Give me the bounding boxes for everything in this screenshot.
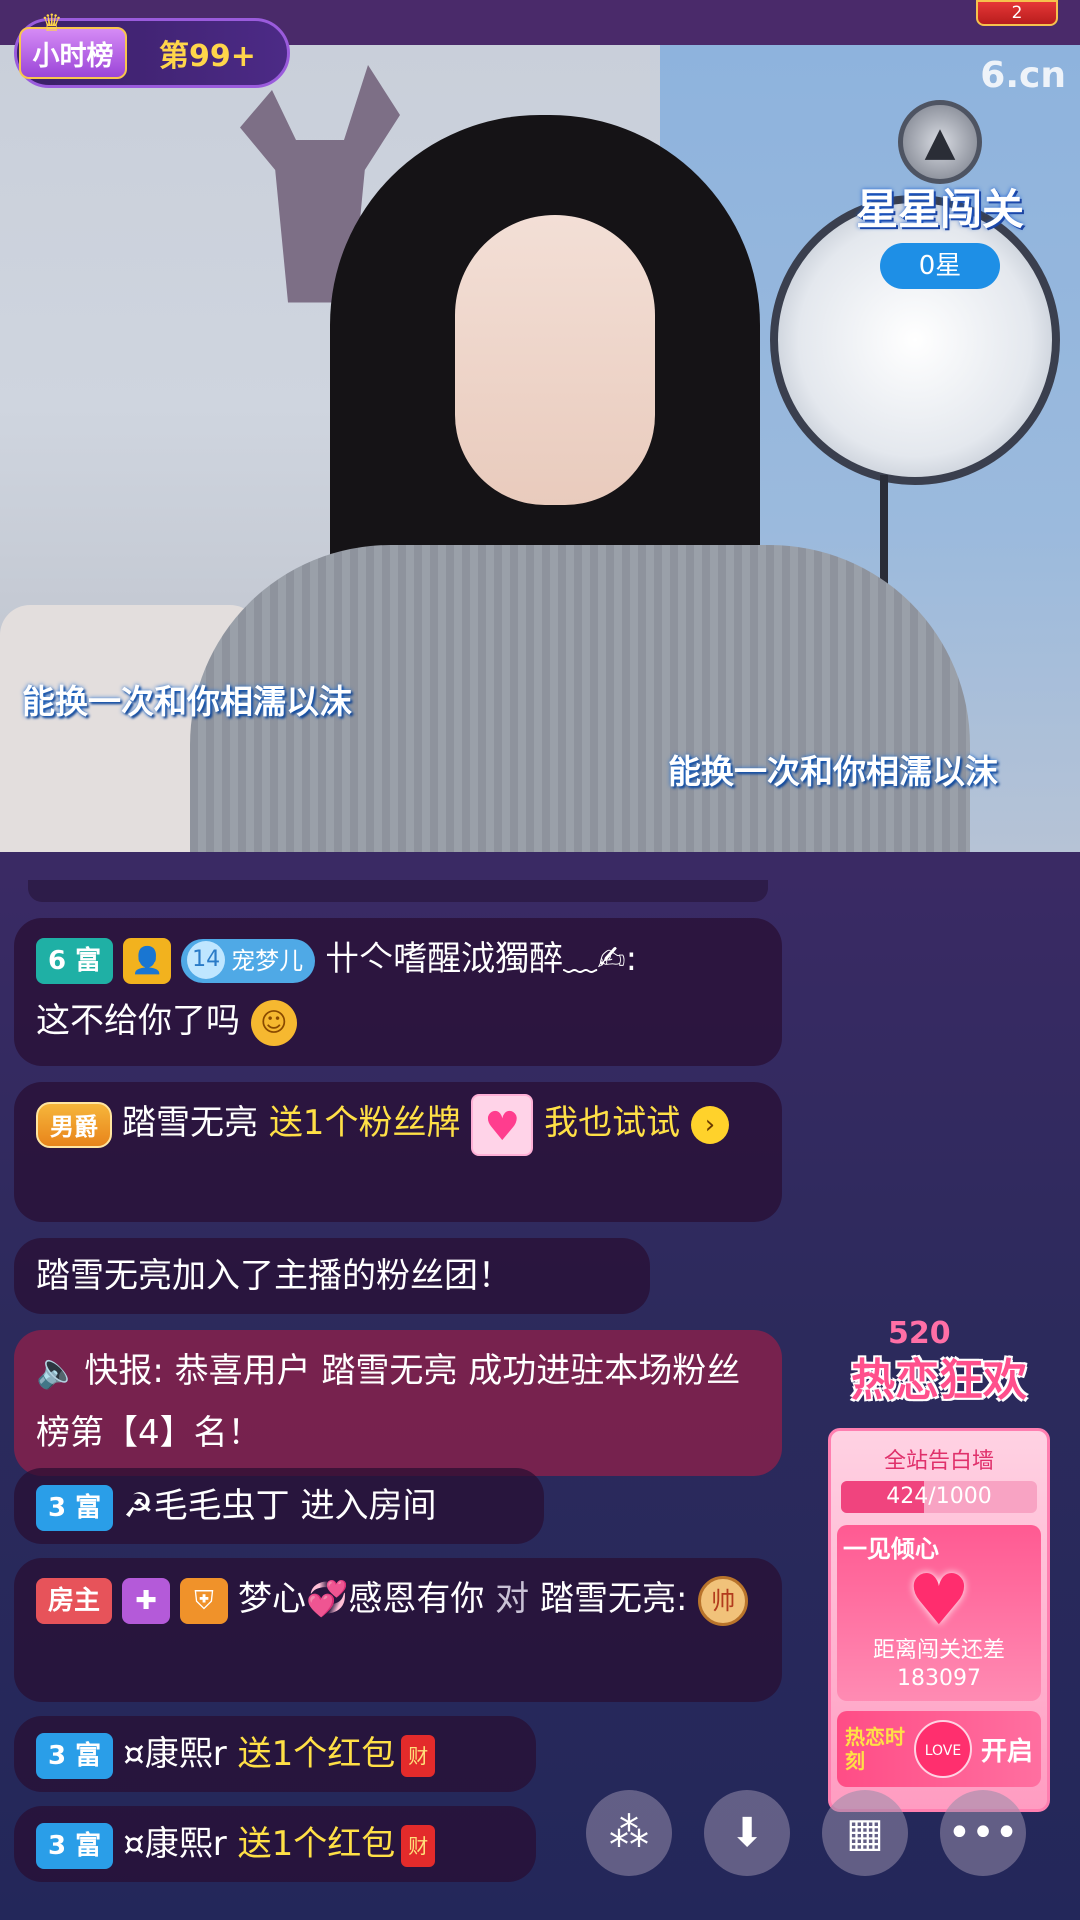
chat-message[interactable]: 房主 ✚ ⛨ 梦心💞感恩有你 对 踏雪无亮: 帅 <box>14 1558 782 1702</box>
gift-action: 送1个粉丝牌 <box>268 1103 461 1143</box>
download-button[interactable]: ⬇ <box>704 1790 790 1876</box>
shield-icon: ⛨ <box>180 1577 229 1624</box>
event-footer[interactable]: 热恋时刻 LOVE 开启 <box>837 1711 1041 1787</box>
chat-username[interactable]: ¤康熙r <box>123 1734 227 1774</box>
chat-connector: 对 <box>495 1579 530 1619</box>
heart-icon: ♥ <box>907 1559 971 1641</box>
open-button[interactable]: 开启 <box>981 1731 1033 1768</box>
more-icon: ••• <box>947 1810 1019 1856</box>
smile-emoji-icon: ☺ <box>250 999 297 1046</box>
fan-club-badge: 14 宠梦儿 <box>181 938 316 983</box>
hourly-rank-badge: ♛ 小时榜 <box>19 9 127 79</box>
try-link-text[interactable]: 我也试试 <box>544 1103 680 1143</box>
wealth-level-badge: 3 富 <box>36 1484 114 1531</box>
chat-username[interactable]: ☭毛毛虫丁 <box>123 1486 289 1526</box>
fan-badge-gift-icon: ♥ <box>471 1093 534 1156</box>
crown-icon: ♛ <box>41 9 63 37</box>
streamer-face <box>455 215 655 505</box>
hourly-rank-label: 小时榜 <box>32 40 114 72</box>
star-challenge-widget[interactable]: ▲ 星星闯关 0星 <box>840 70 1040 290</box>
love-moment-label: 热恋时刻 <box>845 1725 905 1773</box>
love-heart-badge: LOVE <box>913 1720 972 1778</box>
chat-message[interactable]: 3 富 ¤康熙r 送1个红包财 <box>14 1806 536 1882</box>
chat-text: 进入房间 <box>300 1486 437 1526</box>
corner-badge[interactable]: 2 <box>976 0 1058 26</box>
chat-username[interactable]: 梦心💞感恩有你 <box>238 1579 484 1619</box>
lyric-line-right: 能换一次和你相濡以沫 <box>668 752 998 791</box>
user-avatar-icon: 👤 <box>123 937 172 984</box>
grid-button[interactable]: ▦ <box>822 1790 908 1876</box>
love-card[interactable]: 一见倾心 ♥ 距离闯关还差 183097 <box>837 1525 1041 1701</box>
wealth-level-badge: 3 富 <box>36 1732 114 1779</box>
wealth-level-badge: 6 富 <box>36 937 114 984</box>
chat-message[interactable]: 3 富 ¤康熙r 送1个红包财 <box>14 1716 536 1792</box>
share-icon: ⁂ <box>609 1810 649 1856</box>
event-title: 热恋狂欢 <box>851 1355 1027 1406</box>
chat-flash-news: 🔈 快报: 恭喜用户 踏雪无亮 成功进驻本场粉丝榜第【4】名！ <box>14 1330 782 1476</box>
red-envelope-icon: 财 <box>401 1734 436 1777</box>
gift-action: 送1个红包 <box>237 1824 396 1864</box>
guard-icon: ✚ <box>122 1577 171 1624</box>
lyric-line-left: 能换一次和你相濡以沫 <box>22 682 352 721</box>
chat-username[interactable]: 踏雪无亮 <box>122 1103 258 1143</box>
event-body: 全站告白墙 424/1000 一见倾心 ♥ 距离闯关还差 183097 热恋时刻… <box>828 1428 1050 1812</box>
flash-prefix: 快报: <box>84 1351 164 1391</box>
noble-baron-badge: 男爵 <box>36 1101 112 1148</box>
chat-scroll-fade <box>28 880 768 902</box>
hourly-rank-pill[interactable]: ♛ 小时榜 第99+ <box>14 9 290 88</box>
chat-text: 这不给你了吗 <box>36 1001 240 1041</box>
wealth-level-badge: 3 富 <box>36 1822 114 1869</box>
live-video[interactable]: 6.cn ▲ 星星闯关 0星 能换一次和你相濡以沫 能换一次和你相濡以沫 <box>0 45 1080 852</box>
confession-progress-text: 424/1000 <box>886 1484 992 1509</box>
chat-username[interactable]: ¤康熙r <box>123 1824 227 1864</box>
confession-progress-bar: 424/1000 <box>841 1481 1037 1513</box>
confession-wall-title: 全站告白墙 <box>883 1449 994 1474</box>
event-panel[interactable]: 520 热恋狂欢 全站告白墙 424/1000 一见倾心 ♥ 距离闯关还差 18… <box>828 1316 1050 1812</box>
grid-icon: ▦ <box>846 1810 884 1856</box>
chevron-right-icon[interactable]: › <box>690 1105 729 1144</box>
chat-message[interactable]: 男爵 踏雪无亮 送1个粉丝牌 ♥ 我也试试 › <box>14 1082 782 1222</box>
red-envelope-icon: 财 <box>401 1824 436 1867</box>
hourly-rank-value: 第99+ <box>159 39 256 74</box>
chat-message[interactable]: 6 富 👤 14 宠梦儿 卄亽嗜醒泧獨醉﹏✍: 这不给你了吗 ☺ <box>14 918 782 1066</box>
more-button[interactable]: ••• <box>940 1790 1026 1876</box>
chat-message[interactable]: 3 富 ☭毛毛虫丁 进入房间 <box>14 1468 544 1544</box>
speaker-icon: 🔈 <box>36 1351 79 1391</box>
share-button[interactable]: ⁂ <box>586 1790 672 1876</box>
room-owner-badge: 房主 <box>36 1577 113 1624</box>
chat-username[interactable]: 卄亽嗜醒泧獨醉﹏✍: <box>325 939 637 979</box>
system-text: 踏雪无亮加入了主播的粉丝团！ <box>36 1256 512 1296</box>
gift-action: 送1个红包 <box>237 1734 396 1774</box>
star-challenge-count: 0星 <box>880 243 1000 289</box>
love-card-text: 距离闯关还差 183097 <box>872 1638 1005 1691</box>
download-icon: ⬇ <box>730 1810 764 1856</box>
star-challenge-title: 星星闯关 <box>855 185 1024 234</box>
chess-piece-icon: 帅 <box>698 1575 749 1626</box>
chat-target-user[interactable]: 踏雪无亮: <box>540 1579 687 1619</box>
chat-message: 踏雪无亮加入了主播的粉丝团！ <box>14 1238 650 1314</box>
star-medal-icon: ▲ <box>898 100 982 184</box>
fan-heart-icon: 14 <box>187 940 226 979</box>
